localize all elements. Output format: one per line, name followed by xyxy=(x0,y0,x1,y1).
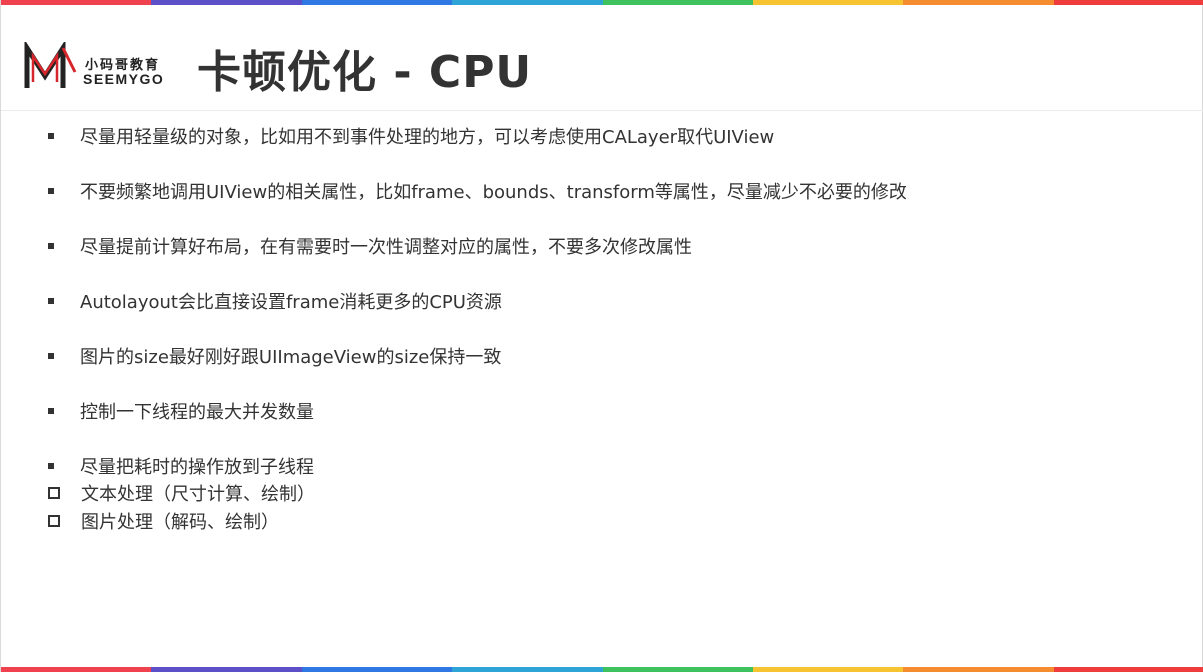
bullet-item: 图片的size最好刚好跟UIImageView的size保持一致 xyxy=(47,344,501,368)
bullet-item: Autolayout会比直接设置frame消耗更多的CPU资源 xyxy=(47,289,502,313)
sub-bullet-item: 图片处理（解码、绘制） xyxy=(47,509,279,533)
bullet-item: 尽量用轻量级的对象，比如用不到事件处理的地方，可以考虑使用CALayer取代UI… xyxy=(47,124,774,148)
bullet-text: 尽量提前计算好布局，在有需要时一次性调整对应的属性，不要多次修改属性 xyxy=(80,237,692,258)
square-bullet-icon xyxy=(48,408,54,414)
stripe-segment xyxy=(1053,0,1203,5)
stripe-segment xyxy=(903,667,1054,672)
square-bullet-icon xyxy=(48,243,54,249)
sub-bullet-text: 图片处理（解码、绘制） xyxy=(81,512,279,533)
stripe-segment xyxy=(1,0,152,5)
bullet-item: 控制一下线程的最大并发数量 xyxy=(47,399,314,423)
stripe-segment xyxy=(301,0,453,5)
stripe-segment xyxy=(1053,667,1203,672)
bullet-item: 尽量提前计算好布局，在有需要时一次性调整对应的属性，不要多次修改属性 xyxy=(47,234,692,258)
title-divider xyxy=(1,110,1203,111)
seemygo-logo: 小码哥教育 SEEMYGO xyxy=(23,42,178,92)
bullet-text: 尽量把耗时的操作放到子线程 xyxy=(80,457,314,478)
stripe-segment xyxy=(452,667,603,672)
top-color-stripe xyxy=(1,0,1203,5)
stripe-segment xyxy=(151,0,302,5)
stripe-segment xyxy=(752,667,904,672)
stripe-segment xyxy=(1,667,152,672)
square-bullet-icon xyxy=(48,133,54,139)
stripe-segment xyxy=(301,667,453,672)
slide-title: 卡顿优化 - CPU xyxy=(197,47,533,98)
bullet-text: 控制一下线程的最大并发数量 xyxy=(80,402,314,423)
slide: 小码哥教育 SEEMYGO 卡顿优化 - CPU 尽量用轻量级的对象，比如用不到… xyxy=(0,0,1203,672)
square-bullet-icon xyxy=(48,463,54,469)
bottom-color-stripe xyxy=(1,667,1203,672)
bullet-text: Autolayout会比直接设置frame消耗更多的CPU资源 xyxy=(80,292,502,313)
logo-m-icon xyxy=(24,42,77,88)
bullet-text: 不要频繁地调用UIView的相关属性，比如frame、bounds、transf… xyxy=(80,182,907,203)
square-bullet-icon xyxy=(48,298,54,304)
logo-english-text: SEEMYGO xyxy=(83,71,165,87)
stripe-segment xyxy=(903,0,1054,5)
bullet-text: 尽量用轻量级的对象，比如用不到事件处理的地方，可以考虑使用CALayer取代UI… xyxy=(80,127,775,148)
sub-bullet-item: 文本处理（尺寸计算、绘制） xyxy=(47,481,315,505)
square-bullet-icon xyxy=(48,353,54,359)
hollow-square-bullet-icon xyxy=(48,515,60,527)
square-bullet-icon xyxy=(48,188,54,194)
stripe-segment xyxy=(752,0,904,5)
stripe-segment xyxy=(602,667,753,672)
stripe-segment xyxy=(602,0,753,5)
stripe-segment xyxy=(452,0,603,5)
sub-bullet-text: 文本处理（尺寸计算、绘制） xyxy=(81,484,315,505)
hollow-square-bullet-icon xyxy=(48,487,60,499)
bullet-text: 图片的size最好刚好跟UIImageView的size保持一致 xyxy=(80,347,502,368)
stripe-segment xyxy=(151,667,302,672)
bullet-item: 尽量把耗时的操作放到子线程 xyxy=(47,454,314,478)
bullet-item: 不要频繁地调用UIView的相关属性，比如frame、bounds、transf… xyxy=(47,179,907,203)
